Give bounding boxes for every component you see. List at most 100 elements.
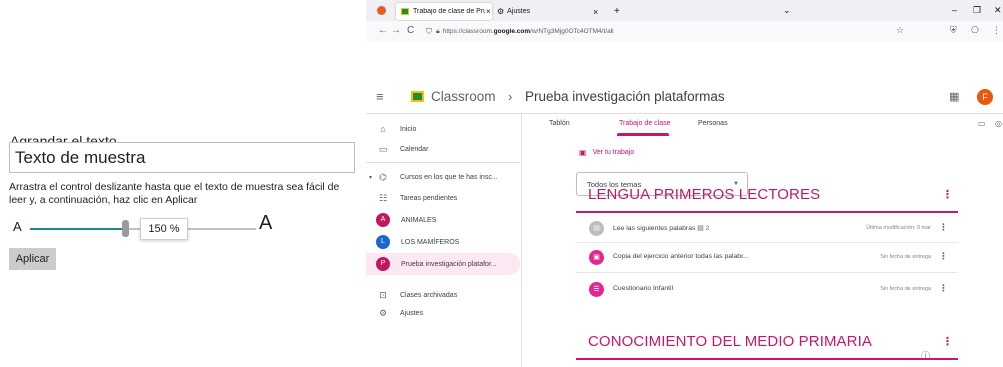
sample-text-box: Texto de muestra: [9, 142, 355, 173]
sidebar-item-calendar[interactable]: ▭ Calendar: [366, 138, 520, 160]
topic-divider: [576, 358, 958, 360]
list-item[interactable]: ▣ Copia del ejercicio anterior todas las…: [576, 245, 958, 271]
extensions-icon[interactable]: ⎔: [971, 25, 979, 36]
sidebar-item-enrolled[interactable]: ▾ ⌬ Cursos en los que te has insc...: [366, 166, 520, 188]
sidebar-item-label: LOS MAMÍFEROS: [401, 238, 460, 246]
sidebar: ⌂ Inicio ▭ Calendar ▾ ⌬ Cursos en los qu…: [366, 114, 522, 367]
slider-max-label: A: [259, 212, 273, 234]
pocket-icon[interactable]: ⛨: [950, 25, 957, 36]
topic-more-icon[interactable]: ⋮: [942, 335, 953, 348]
url-text: https://classroom.google.com/w/NTg3Mjg0O…: [442, 28, 614, 35]
item-meta: Sin fecha de entrega: [880, 286, 931, 292]
minimize-button[interactable]: –: [952, 5, 957, 15]
sidebar-item-label: Clases archivadas: [400, 291, 458, 299]
list-item[interactable]: ☰ Cuestionario Infantil Sin fecha de ent…: [576, 277, 958, 303]
topic-divider: [576, 211, 958, 213]
sidebar-item-label: ANIMALES: [401, 216, 437, 224]
course-title[interactable]: Prueba investigación plataformas: [525, 89, 725, 104]
lock-icon[interactable]: 🔒︎: [436, 28, 440, 36]
topic-more-icon[interactable]: ⋮: [942, 188, 953, 201]
apply-button[interactable]: Aplicar: [9, 248, 56, 270]
drive-folder-icon[interactable]: ◎: [995, 119, 1002, 128]
calendar-icon: ▭: [378, 143, 388, 154]
item-title: Copia del ejercicio anterior todas las p…: [613, 253, 749, 260]
tab-label: Ajustes: [507, 8, 531, 15]
item-more-icon[interactable]: ⋮: [939, 283, 948, 294]
tab-classwork[interactable]: Trabajo de clase de Prueba inv ×: [396, 3, 492, 20]
tab-classwork[interactable]: Trabajo de clase: [619, 120, 671, 127]
row-divider: [576, 242, 958, 243]
tab-people[interactable]: Personas: [698, 120, 728, 127]
view-work-label: Ver tu trabajo: [592, 149, 635, 156]
sidebar-divider: [366, 162, 520, 163]
maximize-button[interactable]: ❐: [973, 5, 981, 16]
sidebar-item-course[interactable]: A ANIMALES: [366, 209, 520, 231]
list-item[interactable]: ▤ Lee las siguientes palabras ▤ 2 Última…: [576, 216, 958, 242]
sidebar-item-course[interactable]: P Prueba investigación platafor...: [366, 253, 520, 275]
help-icon[interactable]: ⓘ: [921, 349, 930, 362]
topic-title[interactable]: LENGUA PRIMEROS LECTORES: [588, 186, 820, 203]
tab-settings[interactable]: ⚙ Ajustes × +: [497, 3, 620, 20]
topic-title[interactable]: CONOCIMIENTO DEL MEDIO PRIMARIA: [588, 333, 872, 350]
course-avatar: A: [376, 213, 390, 227]
menu-icon[interactable]: ⋮: [992, 25, 1001, 36]
slider-min-label: A: [13, 219, 22, 234]
row-divider: [576, 272, 958, 273]
course-avatar: L: [376, 235, 390, 249]
gear-icon: ⚙: [378, 307, 388, 318]
classroom-favicon-icon: [401, 8, 409, 15]
item-more-icon[interactable]: ⋮: [939, 222, 948, 233]
caret-down-icon[interactable]: ▾: [369, 174, 372, 181]
forward-button[interactable]: →: [391, 25, 401, 36]
slider-fill: [30, 228, 125, 230]
sidebar-item-label: Tareas pendientes: [400, 194, 458, 202]
tab-list-chevron-icon[interactable]: ⌄: [783, 5, 791, 16]
home-icon: ⌂: [380, 124, 386, 134]
sidebar-item-course[interactable]: L LOS MAMÍFEROS: [366, 231, 520, 253]
slider-value-tooltip: 150 %: [140, 218, 188, 240]
new-tab-button[interactable]: +: [614, 6, 620, 17]
course-avatar: P: [376, 257, 390, 271]
main-menu-icon[interactable]: ≡: [376, 89, 384, 104]
item-meta: Última modificación: 9 mar: [866, 225, 931, 231]
firefox-icon[interactable]: [377, 6, 386, 15]
apps-grid-icon[interactable]: ▦: [949, 90, 959, 103]
archive-icon: ⊡: [379, 289, 387, 300]
tab-bar: Trabajo de clase de Prueba inv × ⚙ Ajust…: [366, 0, 1003, 21]
calendar-icon[interactable]: ▭: [978, 119, 986, 128]
sidebar-item-label: Calendar: [400, 145, 429, 153]
shield-icon[interactable]: ⛉: [426, 27, 432, 37]
classroom-logo-icon[interactable]: [411, 91, 424, 102]
sidebar-item-label: Inicio: [400, 125, 417, 133]
todo-list-icon: ☷: [378, 192, 388, 203]
active-tab-indicator: [617, 133, 669, 136]
view-your-work-link[interactable]: ▣ Ver tu trabajo: [579, 148, 634, 157]
graduation-cap-icon: ⌬: [379, 171, 387, 182]
sidebar-item-settings[interactable]: ⚙ Ajustes: [366, 302, 520, 324]
browser-window: Trabajo de clase de Prueba inv × ⚙ Ajust…: [366, 0, 1003, 367]
assignment-icon: ▣: [589, 250, 604, 265]
close-window-button[interactable]: ✕: [994, 5, 1002, 16]
item-meta: Sin fecha de entrega: [880, 254, 931, 260]
sidebar-item-label: Cursos en los que te has insc...: [400, 173, 498, 181]
app-name[interactable]: Classroom: [431, 89, 496, 104]
text-size-panel: Agrandar el texto Texto de muestra Arras…: [0, 0, 365, 367]
close-tab-icon[interactable]: ×: [593, 7, 598, 17]
item-more-icon[interactable]: ⋮: [939, 251, 948, 262]
address-bar[interactable]: ⛉ 🔒︎ https://classroom.google.com/w/NTg3…: [426, 24, 896, 39]
close-tab-icon[interactable]: ×: [486, 7, 491, 16]
attachment-icon: ▤: [697, 225, 704, 232]
gear-icon: ⚙: [497, 7, 505, 16]
back-button[interactable]: ←: [378, 25, 388, 36]
tab-stream[interactable]: Tablón: [549, 120, 570, 127]
item-title: Cuestionario Infantil: [613, 285, 674, 292]
sidebar-item-home[interactable]: ⌂ Inicio: [366, 118, 520, 140]
reload-button[interactable]: C: [407, 25, 414, 36]
avatar[interactable]: F: [977, 89, 993, 105]
slider-thumb[interactable]: [121, 220, 129, 237]
bookmark-star-icon[interactable]: ☆: [896, 25, 904, 36]
sidebar-item-pending[interactable]: ☷ Tareas pendientes: [366, 187, 520, 209]
assignment-icon: ▣: [579, 148, 587, 157]
classroom-header: ≡ Classroom › Prueba investigación plata…: [366, 82, 1003, 114]
quiz-icon: ☰: [589, 282, 604, 297]
